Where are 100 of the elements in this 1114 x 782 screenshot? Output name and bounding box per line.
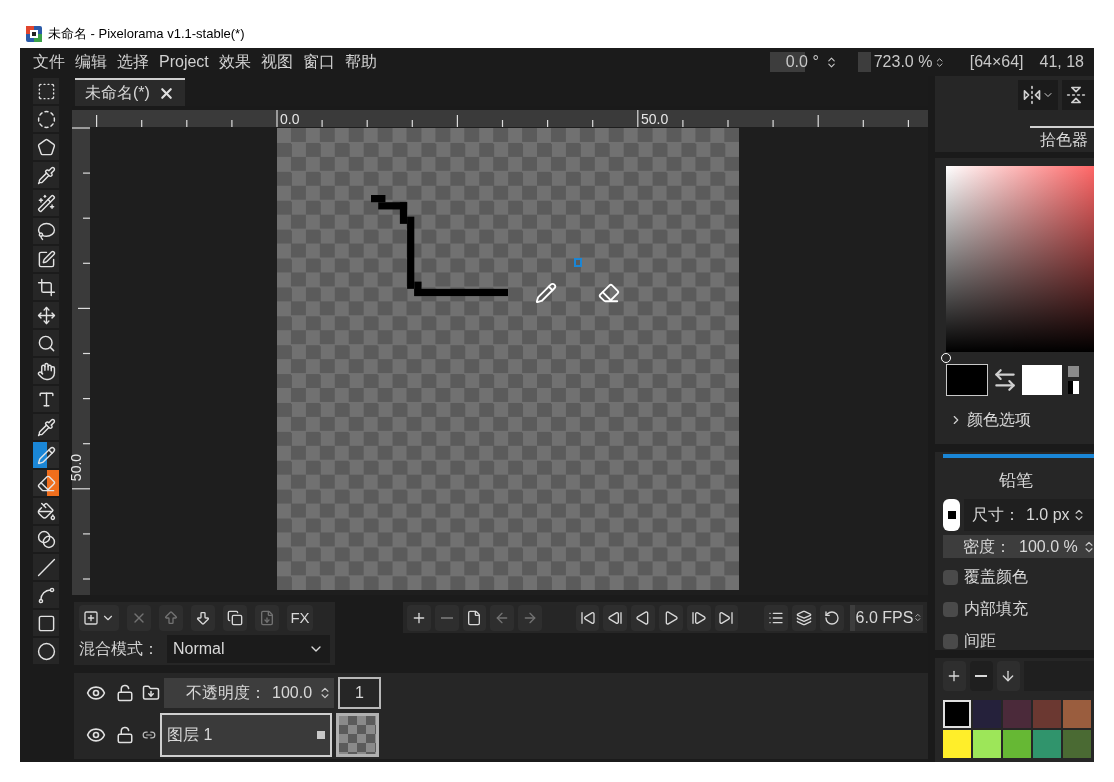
opacity-field[interactable]: 不透明度： 100.0 bbox=[164, 678, 334, 708]
tool-button[interactable] bbox=[33, 330, 59, 356]
checkbox[interactable] bbox=[943, 601, 958, 617]
arrow-up-button[interactable] bbox=[159, 605, 183, 631]
clone-frame-button[interactable] bbox=[462, 604, 487, 631]
merge-down-button[interactable] bbox=[255, 605, 279, 631]
tool-button[interactable] bbox=[33, 162, 59, 188]
add-layer-button[interactable] bbox=[79, 605, 119, 631]
menu-item[interactable]: 帮助 bbox=[344, 50, 377, 74]
menu-item[interactable]: 选择 bbox=[117, 50, 149, 74]
magic-wand-icon bbox=[36, 193, 56, 213]
tool-button[interactable] bbox=[33, 78, 59, 104]
skip-forward-button[interactable] bbox=[714, 604, 739, 631]
menu-item[interactable]: 编辑 bbox=[75, 50, 107, 74]
play-backwards-button[interactable] bbox=[631, 604, 655, 631]
primary-color-swatch[interactable] bbox=[946, 364, 988, 396]
tool-button[interactable] bbox=[33, 498, 59, 524]
reset-colors-button[interactable] bbox=[1068, 366, 1079, 377]
saturation-value-picker[interactable] bbox=[946, 166, 1094, 352]
arrow-down-button[interactable] bbox=[996, 661, 1020, 691]
layer-button[interactable]: 图层 1 bbox=[160, 713, 332, 757]
palette-swatch[interactable] bbox=[1003, 730, 1031, 758]
tool-button[interactable] bbox=[33, 134, 59, 160]
color-options-toggle[interactable]: 颜色选项 bbox=[949, 408, 1094, 432]
menu-item[interactable]: Project bbox=[159, 50, 209, 74]
arrow-right-button[interactable] bbox=[518, 604, 542, 631]
tool-button[interactable] bbox=[33, 554, 59, 580]
tool-button[interactable] bbox=[33, 414, 59, 440]
crop-icon bbox=[36, 277, 56, 297]
checkbox[interactable] bbox=[943, 569, 958, 585]
palette-swatch[interactable] bbox=[943, 700, 971, 728]
blend-mode-dropdown[interactable]: Normal bbox=[167, 635, 330, 663]
tool-button[interactable] bbox=[33, 442, 59, 468]
palette-swatch[interactable] bbox=[1063, 730, 1091, 758]
menu-item[interactable]: 文件 bbox=[33, 50, 65, 74]
add-frame-button[interactable] bbox=[407, 604, 431, 631]
step-forward-button[interactable] bbox=[686, 604, 711, 631]
flip-vertical-button[interactable] bbox=[1062, 80, 1094, 110]
line-icon bbox=[36, 557, 56, 577]
rotation-field[interactable]: 0.0 ° bbox=[769, 52, 846, 72]
play-button[interactable] bbox=[659, 604, 683, 631]
tool-button[interactable] bbox=[33, 246, 59, 272]
brush-shape-button[interactable] bbox=[943, 499, 960, 532]
menu-item[interactable]: 视图 bbox=[260, 50, 293, 74]
unlocked-padlock-icon[interactable] bbox=[116, 684, 134, 702]
flip-horizontal-button[interactable] bbox=[1018, 80, 1058, 110]
folder-icon[interactable] bbox=[142, 684, 160, 702]
menu-item[interactable]: 效果 bbox=[218, 50, 251, 74]
delete-layer-button[interactable] bbox=[127, 605, 151, 631]
tool-button[interactable] bbox=[33, 610, 59, 636]
unlocked-padlock-icon[interactable] bbox=[116, 726, 134, 744]
list-button[interactable] bbox=[764, 604, 788, 631]
tool-button[interactable] bbox=[33, 582, 59, 608]
cel-thumbnail[interactable] bbox=[336, 713, 379, 757]
tool-button[interactable] bbox=[33, 386, 59, 412]
frame-number[interactable]: 1 bbox=[338, 677, 381, 709]
arrow-up-icon bbox=[163, 610, 179, 626]
tool-button[interactable] bbox=[33, 190, 59, 216]
palette-swatch[interactable] bbox=[943, 730, 971, 758]
tool-button[interactable] bbox=[33, 470, 59, 496]
pipette-icon bbox=[36, 417, 56, 437]
checkbox[interactable] bbox=[943, 633, 958, 649]
arrow-down-button[interactable] bbox=[191, 605, 215, 631]
default-colors-button[interactable] bbox=[1068, 381, 1079, 394]
tool-button[interactable] bbox=[33, 638, 59, 664]
palette-swatch[interactable] bbox=[1003, 700, 1031, 728]
plus-button[interactable] bbox=[943, 661, 966, 691]
step-back-button[interactable] bbox=[603, 604, 628, 631]
pencil-icon bbox=[36, 445, 56, 465]
tool-button[interactable] bbox=[33, 274, 59, 300]
palette-swatch[interactable] bbox=[1033, 730, 1061, 758]
palette-swatch[interactable] bbox=[1063, 700, 1091, 728]
link-icon[interactable] bbox=[142, 728, 156, 742]
document-tab[interactable]: 未命名(*) bbox=[75, 78, 185, 106]
tool-button[interactable] bbox=[33, 358, 59, 384]
pencil-cursor-icon bbox=[535, 282, 557, 304]
tool-button[interactable] bbox=[33, 302, 59, 328]
eye-icon[interactable] bbox=[86, 725, 106, 745]
swap-arrows-icon[interactable] bbox=[992, 367, 1018, 393]
tool-button[interactable] bbox=[33, 218, 59, 244]
menu-item[interactable]: 窗口 bbox=[302, 50, 335, 74]
tool-button[interactable] bbox=[33, 526, 59, 552]
palette-swatch[interactable] bbox=[1033, 700, 1061, 728]
secondary-color-swatch[interactable] bbox=[1022, 365, 1062, 395]
palette-swatch[interactable] bbox=[973, 730, 1001, 758]
duplicate-button[interactable] bbox=[223, 605, 247, 631]
size-field[interactable]: 尺寸： 1.0 px bbox=[964, 499, 1094, 532]
remove-color-button[interactable] bbox=[969, 661, 993, 691]
eye-icon[interactable] bbox=[86, 683, 106, 703]
tool-button[interactable] bbox=[33, 106, 59, 132]
zoom-field[interactable]: 723.0 % bbox=[857, 52, 946, 72]
loop-button[interactable] bbox=[819, 604, 844, 631]
opacity-field-value: 100.0 bbox=[272, 683, 313, 703]
fps-field[interactable]: 6.0 FPS bbox=[849, 604, 923, 631]
stacked-layers-button[interactable] bbox=[792, 604, 816, 631]
skip-back-button[interactable] bbox=[575, 604, 600, 631]
size-label: 尺寸： bbox=[972, 505, 1020, 526]
density-field[interactable]: 密度： 100.0 % bbox=[943, 535, 1094, 558]
fx-button[interactable]: FX bbox=[287, 605, 313, 631]
checkbox-label: 内部填充 bbox=[964, 600, 1028, 618]
